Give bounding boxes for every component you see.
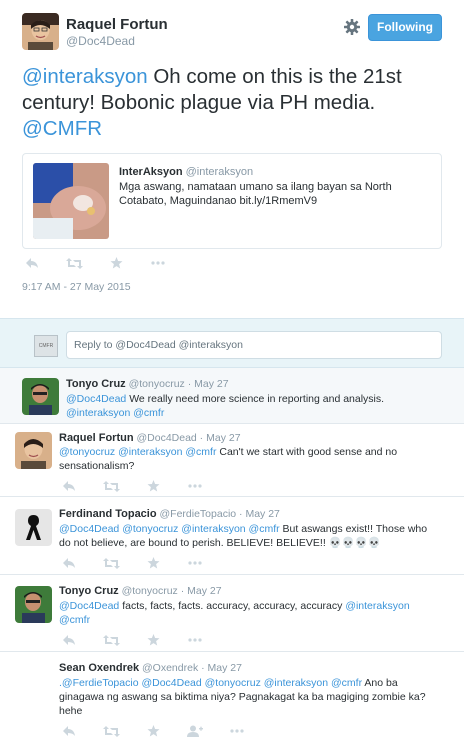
link-card[interactable]: InterAksyon @interaksyon Mga aswang, nam… <box>22 153 442 249</box>
retweet-icon[interactable] <box>64 256 84 270</box>
gear-icon[interactable] <box>343 18 361 36</box>
mention-link[interactable]: @interaksyon @cmfr <box>66 407 164 419</box>
reply-header: Tonyo Cruz @tonyocruz · May 27 <box>66 378 229 390</box>
reply-tweet[interactable]: Raquel Fortun @Doc4Dead · May 27 @tonyoc… <box>0 424 464 497</box>
tweet-text: @interaksyon Oh come on this is the 21st… <box>22 64 447 142</box>
reply-header: Tonyo Cruz @tonyocruz · May 27 <box>59 585 222 597</box>
more-icon[interactable] <box>227 724 247 738</box>
reply-body: facts, facts, facts. accuracy, accuracy,… <box>119 600 346 612</box>
more-icon[interactable] <box>185 556 205 570</box>
reply-author-name[interactable]: Ferdinand Topacio <box>59 508 157 520</box>
card-author[interactable]: InterAksyon @interaksyon <box>119 166 253 178</box>
reply-text: @Doc4Dead @tonyocruz @interaksyon @cmfr … <box>59 522 439 550</box>
follow-user-icon[interactable] <box>185 724 205 738</box>
author-avatar[interactable] <box>22 13 59 50</box>
reply-actions <box>59 479 227 493</box>
main-tweet: Raquel Fortun @Doc4Dead Following @inter… <box>0 0 464 318</box>
favorite-icon[interactable] <box>143 724 163 738</box>
reply-author-handle[interactable]: @Oxendrek <box>142 662 198 674</box>
mention-link[interactable]: @tonyocruz @interaksyon @cmfr <box>59 446 216 458</box>
favorite-icon[interactable] <box>143 633 163 647</box>
mention-link[interactable]: @Doc4Dead @tonyocruz @interaksyon @cmfr <box>59 523 280 535</box>
card-thumbnail[interactable] <box>33 163 109 239</box>
reply-tweet[interactable]: Ferdinand Topacio @FerdieTopacio · May 2… <box>0 497 464 575</box>
reply-body: We really need more science in reporting… <box>126 393 385 405</box>
reply-tweet[interactable]: Tonyo Cruz @tonyocruz · May 27 @Doc4Dead… <box>0 368 464 424</box>
mention-link[interactable]: @Doc4Dead <box>66 393 126 405</box>
reply-box: CMFR Reply to @Doc4Dead @interaksyon <box>0 318 464 368</box>
more-icon[interactable] <box>185 633 205 647</box>
more-icon[interactable] <box>148 256 168 270</box>
mention-link[interactable]: @Doc4Dead <box>59 600 119 612</box>
main-tweet-actions <box>22 256 190 270</box>
favorite-icon[interactable] <box>106 256 126 270</box>
reply-tweet[interactable]: Sean Oxendrek @Oxendrek · May 27 .@Ferdi… <box>0 652 464 743</box>
reply-author-name[interactable]: Tonyo Cruz <box>66 378 126 390</box>
reply-avatar[interactable] <box>15 586 52 623</box>
reply-text: @Doc4Dead facts, facts, facts. accuracy,… <box>59 599 439 627</box>
reply-header: Ferdinand Topacio @FerdieTopacio · May 2… <box>59 508 280 520</box>
favorite-icon[interactable] <box>143 479 163 493</box>
reply-icon[interactable] <box>22 256 42 270</box>
retweet-icon[interactable] <box>101 479 121 493</box>
reply-icon[interactable] <box>59 724 79 738</box>
card-author-handle[interactable]: @interaksyon <box>186 166 253 178</box>
reply-input[interactable]: Reply to @Doc4Dead @interaksyon <box>66 331 442 359</box>
reply-icon[interactable] <box>59 556 79 570</box>
reply-author-name[interactable]: Raquel Fortun <box>59 432 134 444</box>
reply-author-name[interactable]: Tonyo Cruz <box>59 585 119 597</box>
reply-date[interactable]: May 27 <box>194 378 228 390</box>
more-icon[interactable] <box>185 479 205 493</box>
reply-date[interactable]: May 27 <box>245 508 279 520</box>
tweet-timestamp[interactable]: 9:17 AM - 27 May 2015 <box>22 281 131 293</box>
mention-link[interactable]: @interaksyon <box>22 65 148 88</box>
reply-avatar[interactable] <box>15 432 52 469</box>
following-button[interactable]: Following <box>368 14 442 41</box>
reply-actions <box>59 633 227 647</box>
reply-avatar[interactable] <box>22 378 59 415</box>
author-handle[interactable]: @Doc4Dead <box>66 34 135 48</box>
author-name[interactable]: Raquel Fortun <box>66 16 168 33</box>
reply-author-name[interactable]: Sean Oxendrek <box>59 662 139 674</box>
mention-link[interactable]: @CMFR <box>22 117 102 140</box>
card-author-name[interactable]: InterAksyon <box>119 166 183 178</box>
reply-author-handle[interactable]: @tonyocruz <box>122 585 178 597</box>
reply-author-handle[interactable]: @FerdieTopacio <box>160 508 237 520</box>
reply-icon[interactable] <box>59 479 79 493</box>
retweet-icon[interactable] <box>101 633 121 647</box>
reply-date[interactable]: May 27 <box>206 432 240 444</box>
reply-date[interactable]: May 27 <box>208 662 242 674</box>
current-user-avatar: CMFR <box>34 335 58 357</box>
retweet-icon[interactable] <box>101 556 121 570</box>
reply-text: @tonyocruz @interaksyon @cmfr Can't we s… <box>59 445 439 473</box>
reply-author-handle[interactable]: @Doc4Dead <box>136 432 196 444</box>
reply-icon[interactable] <box>59 633 79 647</box>
reply-tweet[interactable]: Tonyo Cruz @tonyocruz · May 27 @Doc4Dead… <box>0 575 464 652</box>
reply-header: Sean Oxendrek @Oxendrek · May 27 <box>59 662 242 674</box>
reply-date[interactable]: May 27 <box>187 585 221 597</box>
reply-author-handle[interactable]: @tonyocruz <box>129 378 185 390</box>
retweet-icon[interactable] <box>101 724 121 738</box>
reply-actions <box>59 556 227 570</box>
card-text: Mga aswang, namataan umano sa ilang baya… <box>119 181 392 207</box>
reply-header: Raquel Fortun @Doc4Dead · May 27 <box>59 432 241 444</box>
reply-avatar[interactable] <box>15 662 52 699</box>
reply-actions <box>59 724 269 738</box>
favorite-icon[interactable] <box>143 556 163 570</box>
reply-avatar[interactable] <box>15 509 52 546</box>
reply-text: @Doc4Dead We really need more science in… <box>66 392 446 420</box>
mention-link[interactable]: @FerdieTopacio @Doc4Dead @tonyocruz @int… <box>62 677 362 689</box>
reply-text: .@FerdieTopacio @Doc4Dead @tonyocruz @in… <box>59 676 439 718</box>
